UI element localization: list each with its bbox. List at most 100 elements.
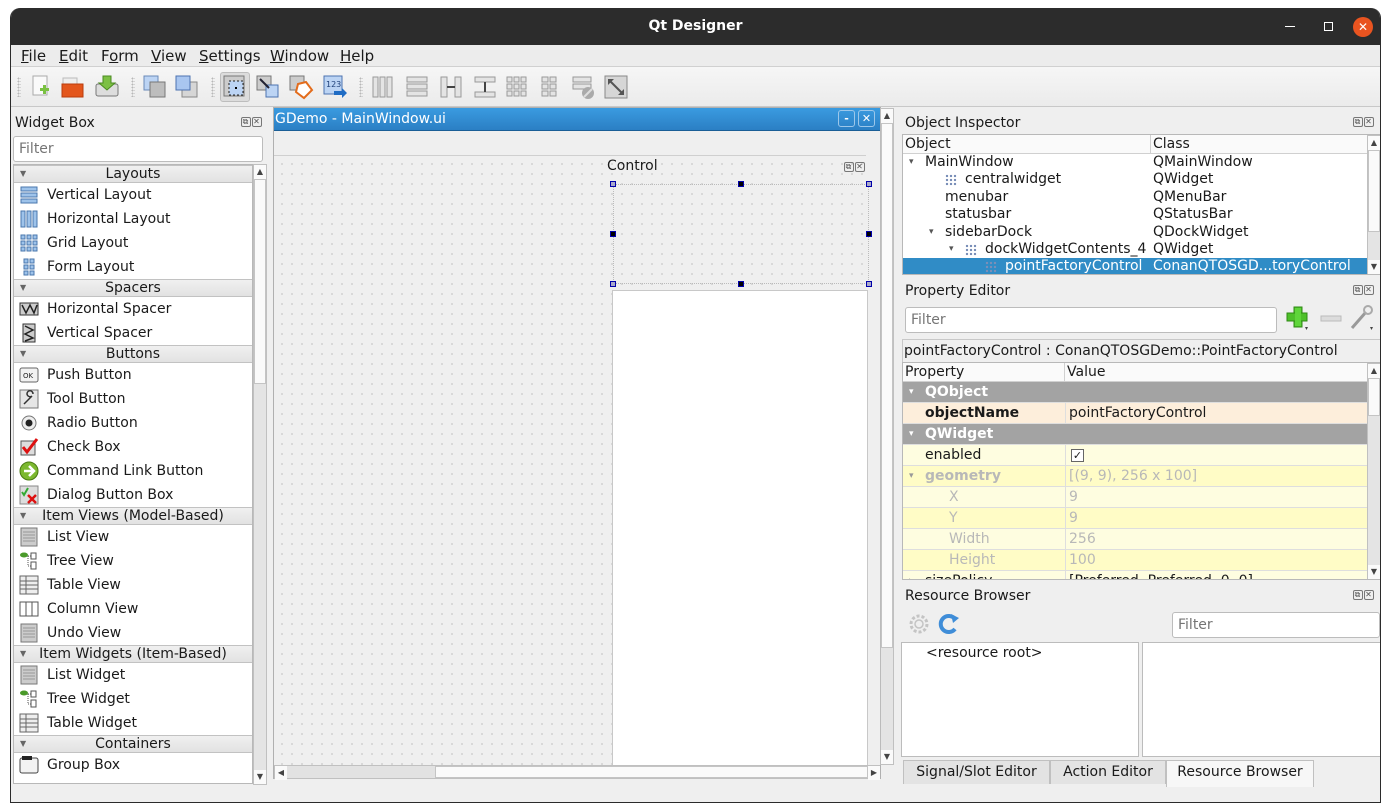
toolbar-grip[interactable]	[211, 77, 215, 97]
category-buttons[interactable]: ▼ Buttons	[14, 345, 252, 363]
widget-item-grid-layout[interactable]: Grid Layout	[14, 231, 252, 255]
send-to-back-button[interactable]	[142, 74, 168, 100]
widget-item-form-layout[interactable]: Form Layout	[14, 255, 252, 279]
scroll-down-icon[interactable]: ▼	[254, 770, 266, 784]
float-icon[interactable]: ⧉	[241, 117, 251, 127]
category-item-widgets-item-based[interactable]: ▼ Item Widgets (Item-Based)	[14, 645, 252, 663]
save-button[interactable]	[94, 74, 120, 100]
scroll-thumb[interactable]	[435, 766, 868, 778]
close-button[interactable]: ✕	[1353, 17, 1373, 37]
property-row[interactable]: Height 100	[903, 550, 1367, 571]
tab-resource-browser[interactable]: Resource Browser	[1166, 760, 1314, 787]
close-dock-icon[interactable]: ✕	[1364, 590, 1374, 600]
close-dock-icon[interactable]: ✕	[1364, 117, 1374, 127]
menu-edit[interactable]: Edit	[59, 47, 88, 65]
float-icon[interactable]: ⧉	[1353, 590, 1363, 600]
configure-button[interactable]: ▾	[1348, 305, 1376, 332]
maximize-button[interactable]	[1313, 8, 1343, 45]
minimize-button[interactable]	[1275, 8, 1305, 45]
add-dynamic-property-button[interactable]: ▾	[1285, 305, 1311, 332]
category-spacers[interactable]: ▼ Spacers	[14, 279, 252, 297]
resource-filter[interactable]	[1172, 612, 1380, 638]
scroll-down-icon[interactable]: ▼	[1368, 565, 1380, 579]
layout-form-button[interactable]	[536, 74, 562, 100]
property-value[interactable]: 100	[1069, 550, 1096, 571]
adjust-size-button[interactable]	[603, 74, 629, 100]
object-tree-row[interactable]: statusbar QStatusBar	[903, 206, 1367, 223]
form-close-button[interactable]: ✕	[858, 110, 875, 127]
property-row[interactable]: ▸ sizePolicy [Preferred, Preferred, 0, 0]	[903, 571, 1367, 579]
remove-dynamic-property-button[interactable]	[1318, 305, 1344, 331]
property-value[interactable]: 9	[1069, 508, 1078, 529]
widget-item-tree-widget[interactable]: Tree Widget	[14, 687, 252, 711]
form-minimize-button[interactable]: -	[838, 110, 855, 127]
widget-item-table-view[interactable]: Table View	[14, 573, 252, 597]
property-table-scrollbar[interactable]: ▲ ▼	[1367, 363, 1380, 579]
widget-item-dialog-button-box[interactable]: Dialog Button Box	[14, 483, 252, 507]
widget-item-table-widget[interactable]: Table Widget	[14, 711, 252, 735]
widget-item-undo-view[interactable]: Undo View	[14, 621, 252, 645]
column-header-object[interactable]: Object	[903, 135, 1151, 154]
toolbar-grip[interactable]	[359, 77, 363, 97]
property-value[interactable]: 9	[1069, 487, 1078, 508]
edit-buddies-button[interactable]	[288, 74, 314, 100]
property-filter[interactable]	[905, 307, 1277, 333]
scroll-up-icon[interactable]: ▲	[1368, 136, 1380, 150]
edit-signals-slots-button[interactable]	[255, 74, 281, 100]
resize-handle[interactable]	[738, 281, 744, 287]
layout-vertical-splitter-button[interactable]	[472, 74, 498, 100]
menu-window[interactable]: Window	[270, 47, 329, 65]
property-row[interactable]: enabled ✓	[903, 445, 1367, 466]
resize-handle[interactable]	[610, 231, 616, 237]
resize-handle[interactable]	[738, 181, 744, 187]
edit-resources-button[interactable]	[907, 612, 931, 636]
widget-item-group-box[interactable]: Group Box	[14, 753, 252, 777]
column-header-property[interactable]: Property	[903, 363, 1065, 382]
object-tree-row[interactable]: ▾ dockWidgetContents_4 QWidget	[903, 241, 1367, 258]
object-tree-row[interactable]: centralwidget QWidget	[903, 171, 1367, 188]
expand-arrow-icon[interactable]: ▾	[909, 382, 914, 403]
widget-item-radio-button[interactable]: Radio Button	[14, 411, 252, 435]
bring-to-front-button[interactable]	[174, 74, 200, 100]
widget-item-check-box[interactable]: Check Box	[14, 435, 252, 459]
property-value[interactable]: 256	[1069, 529, 1096, 550]
object-tree-row[interactable]: menubar QMenuBar	[903, 189, 1367, 206]
control-dock-widget[interactable]: Control ⧉ ✕	[607, 156, 872, 766]
scroll-up-icon[interactable]: ▲	[1368, 364, 1380, 378]
scroll-left-icon[interactable]: ◀	[275, 766, 287, 780]
category-containers[interactable]: ▼ Containers	[14, 735, 252, 753]
break-layout-button[interactable]	[570, 74, 596, 100]
scroll-down-icon[interactable]: ▼	[1368, 260, 1380, 274]
float-icon[interactable]: ⧉	[844, 162, 854, 172]
property-row[interactable]: Y9	[903, 508, 1367, 529]
scroll-thumb[interactable]	[1368, 378, 1380, 416]
new-file-button[interactable]	[28, 74, 54, 100]
expand-arrow-icon[interactable]: ▾	[929, 224, 934, 241]
resize-handle[interactable]	[866, 181, 872, 187]
object-tree-row[interactable]: ▾ sidebarDock QDockWidget	[903, 224, 1367, 241]
close-dock-icon[interactable]: ✕	[252, 117, 262, 127]
property-row[interactable]: Width 256	[903, 529, 1367, 550]
expand-arrow-icon[interactable]: ▾	[949, 241, 954, 258]
expand-arrow-icon[interactable]: ▸	[909, 571, 914, 579]
resize-handle[interactable]	[866, 231, 872, 237]
property-row[interactable]: objectName pointFactoryControl	[903, 403, 1367, 424]
tab-signal-slot-editor[interactable]: Signal/Slot Editor	[903, 760, 1050, 784]
property-group-row[interactable]: ▾ QWidget	[903, 424, 1367, 445]
property-value[interactable]: [Preferred, Preferred, 0, 0]	[1069, 571, 1253, 579]
expand-arrow-icon[interactable]: ▾	[909, 424, 914, 445]
scroll-up-icon[interactable]: ▲	[881, 109, 893, 123]
layout-grid-button[interactable]	[504, 74, 530, 100]
widget-item-push-button[interactable]: OK Push Button	[14, 363, 252, 387]
widget-item-horizontal-spacer[interactable]: Horizontal Spacer	[14, 297, 252, 321]
form-horizontal-scrollbar[interactable]: ◀ ▶	[274, 765, 880, 780]
widget-item-tool-button[interactable]: Tool Button	[14, 387, 252, 411]
resize-handle[interactable]	[866, 281, 872, 287]
resize-handle[interactable]	[610, 181, 616, 187]
widget-item-list-view[interactable]: List View	[14, 525, 252, 549]
scroll-thumb[interactable]	[254, 179, 266, 384]
expand-arrow-icon[interactable]: ▾	[909, 154, 914, 171]
form-canvas[interactable]: Control ⧉ ✕	[274, 155, 872, 766]
close-dock-icon[interactable]: ✕	[855, 162, 865, 172]
scroll-thumb[interactable]	[881, 123, 893, 648]
